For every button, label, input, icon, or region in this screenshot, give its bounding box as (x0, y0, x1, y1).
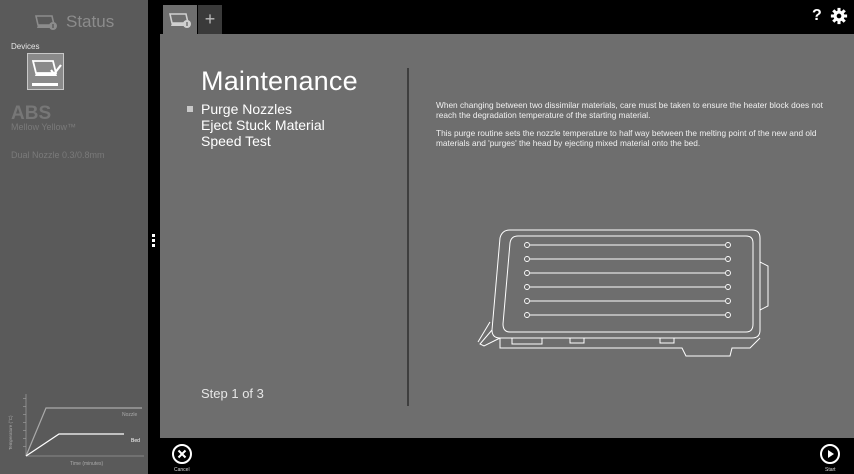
play-icon (828, 450, 834, 458)
printer-ready-icon (31, 60, 62, 76)
devices-label: Devices (11, 42, 40, 51)
step-description: When changing between two dissimilar mat… (436, 100, 836, 156)
step-label: Eject Stuck Material (201, 117, 325, 133)
maintenance-steps-list: Purge Nozzles Eject Stuck Material Speed… (187, 101, 325, 149)
maintenance-panel: Maintenance Purge Nozzles Eject Stuck Ma… (160, 34, 854, 438)
add-tab-button[interactable]: + (198, 5, 222, 34)
bottom-app-bar: Cancel Start (160, 438, 854, 474)
bed-series-line (25, 433, 124, 457)
step-counter: Step 1 of 3 (201, 386, 264, 401)
description-paragraph: When changing between two dissimilar mat… (436, 100, 823, 120)
material-colour: Mellow Yellow™ (11, 122, 77, 132)
drag-handle-icon[interactable] (152, 234, 155, 249)
step-label: Purge Nozzles (201, 101, 293, 117)
printer-status-icon (169, 12, 191, 28)
description-paragraph: This purge routine sets the nozzle tempe… (436, 128, 817, 148)
sidebar-header: Status (34, 8, 114, 36)
cancel-label: Cancel (174, 467, 190, 473)
sidebar-title: Status (66, 12, 115, 31)
tab-bar: + ? (160, 0, 854, 34)
status-sidebar: Status Devices ABS Mellow Yellow™ Dual N… (0, 0, 148, 474)
active-step-bullet (187, 106, 193, 112)
step-eject-stuck-material[interactable]: Eject Stuck Material (187, 117, 325, 133)
chart-xlabel: Time (minutes) (70, 461, 103, 467)
help-button[interactable]: ? (812, 7, 822, 25)
print-bed-illustration (477, 229, 769, 357)
step-label: Speed Test (201, 133, 271, 149)
step-purge-nozzles[interactable]: Purge Nozzles (187, 101, 325, 117)
temperature-chart: Temperature (°C) Time (minutes) Nozzle B… (8, 394, 144, 467)
page-title: Maintenance (201, 66, 358, 96)
printer-status-icon (35, 15, 57, 30)
close-icon (177, 449, 187, 459)
tab-status[interactable] (163, 5, 197, 34)
start-label: Start (825, 467, 836, 473)
series-label-nozzle: Nozzle (122, 412, 138, 418)
cancel-button[interactable] (172, 444, 192, 464)
nozzle-config: Dual Nozzle 0.3/0.8mm (11, 150, 105, 160)
device-progress-bar (32, 83, 58, 86)
gear-icon[interactable] (830, 7, 848, 25)
chart-y-ticks (23, 398, 26, 447)
step-speed-test[interactable]: Speed Test (187, 133, 325, 149)
device-tile[interactable] (27, 53, 64, 90)
series-label-bed: Bed (131, 438, 140, 444)
sidebar-splitter[interactable] (148, 0, 160, 474)
start-button[interactable] (820, 444, 840, 464)
content-divider (407, 68, 409, 406)
chart-ylabel: Temperature (°C) (8, 415, 13, 450)
